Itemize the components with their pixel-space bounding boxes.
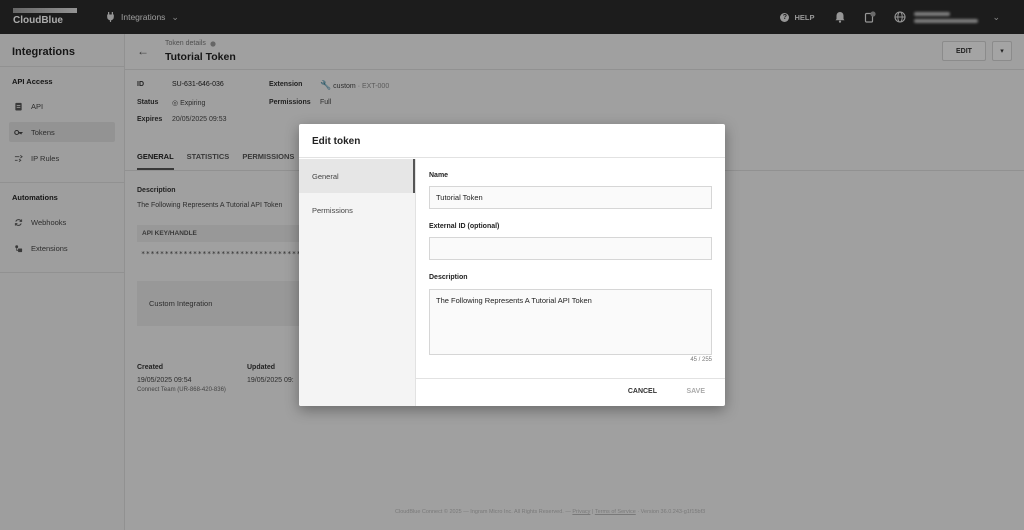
edit-token-dialog: Edit token General Permissions Name Exte… xyxy=(299,124,725,406)
description-textarea[interactable]: The Following Represents A Tutorial API … xyxy=(429,289,712,355)
dialog-nav-permissions[interactable]: Permissions xyxy=(299,193,415,227)
save-button[interactable]: SAVE xyxy=(686,388,705,395)
character-counter: 45 / 255 xyxy=(690,357,712,363)
name-input[interactable] xyxy=(429,186,712,209)
external-id-label: External ID (optional) xyxy=(429,223,500,230)
name-label: Name xyxy=(429,172,449,179)
description-label: Description xyxy=(429,274,468,281)
external-id-input[interactable] xyxy=(429,237,712,260)
dialog-title: Edit token xyxy=(299,124,725,158)
dialog-nav-general[interactable]: General xyxy=(299,159,415,193)
dialog-nav: General Permissions xyxy=(299,159,416,406)
dialog-actions: CANCEL SAVE xyxy=(416,378,725,406)
cancel-button[interactable]: CANCEL xyxy=(628,388,657,395)
dialog-form: Name External ID (optional) Description … xyxy=(416,159,725,378)
